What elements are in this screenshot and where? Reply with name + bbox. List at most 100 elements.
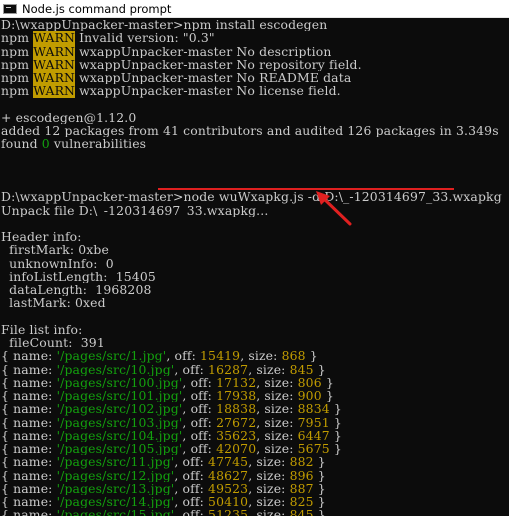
warn-badge: WARN — [33, 31, 76, 45]
console-line: { name: '/pages/src/102.jpg', off: 18838… — [1, 402, 503, 415]
console-text: { name: — [1, 442, 57, 456]
console-text: } — [313, 481, 326, 495]
console-line: { name: '/pages/src/1.jpg', off: 15419, … — [1, 349, 503, 362]
console-text: } — [329, 415, 342, 429]
console-text: } — [321, 375, 334, 389]
terminal-area[interactable]: D:\wxappUnpacker-master>npm install esco… — [0, 18, 509, 516]
console-text: } — [329, 428, 342, 442]
console-text: , size: — [256, 389, 298, 403]
console-text: { name: — [1, 508, 57, 516]
console-text: , size: — [248, 362, 290, 376]
console-text: 50410 — [208, 495, 249, 509]
console-line: { name: '/pages/src/101.jpg', off: 17938… — [1, 389, 503, 402]
console-text: , off: — [174, 495, 209, 509]
console-text: } — [313, 468, 326, 482]
console-text: , size: — [248, 468, 290, 482]
console-text: } — [313, 455, 326, 469]
console-text: { name: — [1, 375, 57, 389]
console-text: 845 — [289, 362, 314, 376]
console-line: { name: '/pages/src/14.jpg', off: 50410,… — [1, 495, 503, 508]
console-text: vulnerabilities — [49, 137, 147, 151]
warn-badge: WARN — [33, 44, 76, 58]
console-text: 49523 — [208, 481, 249, 495]
console-text: , off: — [182, 442, 217, 456]
console-line: { name: '/pages/src/12.jpg', off: 48627,… — [1, 469, 503, 482]
console-line: npm WARN wxappUnpacker-master No descrip… — [1, 44, 503, 58]
warn-badge: WARN — [33, 57, 76, 71]
console-text: 35623 — [216, 428, 257, 442]
console-app-icon — [3, 3, 17, 14]
warn-badge: WARN — [33, 84, 76, 98]
console-text: } — [313, 362, 326, 376]
console-text: , size: — [256, 428, 298, 442]
console-text: '/pages/src/103.jpg' — [56, 415, 183, 429]
console-text: '/pages/src/102.jpg' — [56, 402, 183, 416]
console-text: 15419 — [200, 349, 241, 363]
console-text: , off: — [174, 508, 209, 516]
console-text: 27672 — [216, 415, 257, 429]
console-line: lastMark: 0xed — [1, 296, 503, 309]
title-bar[interactable]: Node.js command prompt — [0, 0, 509, 18]
console-line: npm WARN wxappUnpacker-master No reposit… — [1, 57, 503, 71]
console-text: '/pages/src/14.jpg' — [56, 495, 175, 509]
console-text: npm — [1, 57, 34, 71]
console-text: 42070 — [216, 442, 257, 456]
console-text: fileCount: 391 — [1, 336, 105, 350]
console-text: 882 — [289, 455, 314, 469]
console-line: + escodegen@1.12.0 — [1, 111, 503, 124]
console-text: wxappUnpacker-master No license field. — [75, 84, 341, 98]
console-line: dataLength: 1968208 — [1, 283, 503, 296]
console-text: 825 — [289, 495, 314, 509]
console-text: infoListLength: 15405 — [1, 269, 156, 283]
console-text: '/pages/src/100.jpg' — [56, 375, 183, 389]
window-title: Node.js command prompt — [22, 1, 172, 16]
console-text: '/pages/src/104.jpg' — [56, 428, 183, 442]
console-text: , off: — [182, 415, 217, 429]
console-text: , size: — [256, 442, 298, 456]
node-command-prompt-window: Node.js command prompt D:\wxappUnpacker-… — [0, 0, 509, 516]
console-text: found — [1, 137, 42, 151]
console-text: , size: — [248, 495, 290, 509]
console-text: 868 — [281, 349, 306, 363]
console-text: , off: — [174, 481, 209, 495]
console-line: Unpack file D:\_-120314697_33.wxapkg... — [1, 204, 503, 217]
console-text: } — [329, 402, 342, 416]
console-text: Header info: — [1, 230, 82, 244]
console-text: Unpack file D:\_-120314697_33.wxapkg... — [1, 203, 269, 217]
console-text: { name: — [1, 481, 57, 495]
console-text: } — [329, 442, 342, 456]
console-line: infoListLength: 15405 — [1, 270, 503, 283]
console-text: 896 — [289, 468, 314, 482]
console-text: '/pages/src/10.jpg' — [56, 362, 175, 376]
console-text: 845 — [289, 508, 314, 516]
console-text: , off: — [174, 362, 209, 376]
console-text: , off: — [174, 455, 209, 469]
console-text: '/pages/src/11.jpg' — [56, 455, 175, 469]
annotation-underline — [158, 188, 454, 190]
console-text: 17938 — [216, 389, 257, 403]
console-line: File list info: — [1, 323, 503, 336]
console-text: } — [305, 349, 318, 363]
console-text: 16287 — [208, 362, 249, 376]
console-line: npm WARN wxappUnpacker-master No license… — [1, 84, 503, 98]
console-line: fileCount: 391 — [1, 336, 503, 349]
console-text: '/pages/src/101.jpg' — [56, 389, 183, 403]
console-text: , off: — [182, 389, 217, 403]
console-text: 887 — [289, 481, 314, 495]
console-line: { name: '/pages/src/10.jpg', off: 16287,… — [1, 363, 503, 376]
console-text: File list info: — [1, 322, 83, 336]
console-text: , size: — [240, 349, 282, 363]
console-text: , size: — [256, 415, 298, 429]
console-text: '/pages/src/12.jpg' — [56, 468, 175, 482]
console-text: 8834 — [297, 402, 330, 416]
console-text: 18838 — [216, 402, 257, 416]
console-text: + escodegen@1.12.0 — [1, 110, 137, 124]
console-text: , off: — [182, 402, 217, 416]
console-text: 900 — [297, 389, 322, 403]
console-text: firstMark: 0xbe — [1, 243, 109, 257]
console-text: 51235 — [208, 508, 249, 516]
console-text: npm — [1, 84, 34, 98]
